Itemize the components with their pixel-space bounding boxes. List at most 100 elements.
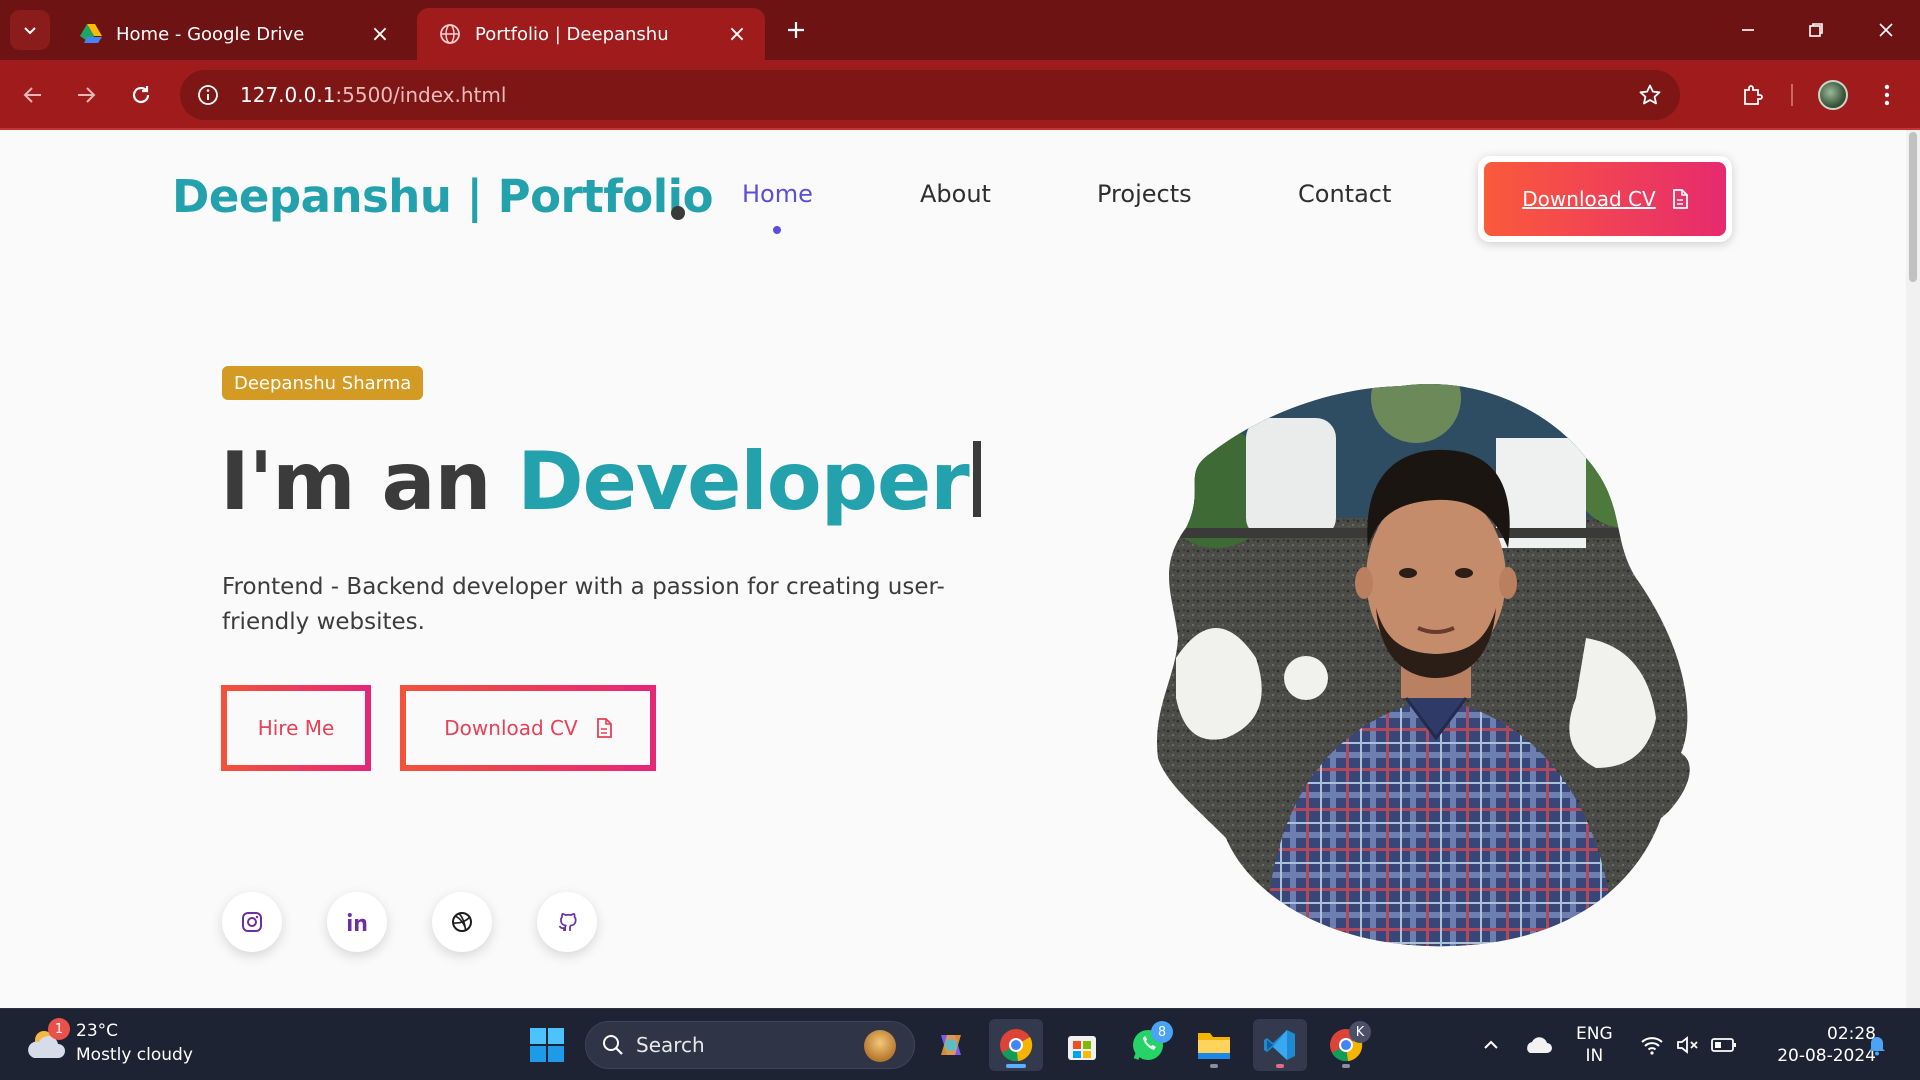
show-hidden-icons-button[interactable]	[1476, 1009, 1506, 1080]
typing-cursor	[972, 441, 981, 517]
browser-tab-bar: Home - Google Drive × Portfolio | Deepan…	[0, 0, 1920, 60]
avatar	[1818, 80, 1848, 110]
tab-google-drive[interactable]: Home - Google Drive ×	[58, 8, 408, 60]
document-icon	[596, 718, 612, 738]
bookmark-star-icon[interactable]	[1636, 81, 1664, 109]
dribbble-icon[interactable]	[432, 892, 492, 952]
site-info-icon[interactable]	[194, 81, 222, 109]
windows-taskbar: 1 23°C Mostly cloudy Search 8 K ENG IN 0…	[0, 1008, 1920, 1080]
google-drive-icon	[80, 23, 102, 45]
new-tab-button[interactable]	[778, 12, 814, 48]
back-button[interactable]	[13, 75, 53, 115]
region-code: IN	[1585, 1046, 1604, 1066]
puzzle-icon	[1744, 85, 1763, 105]
bell-icon	[1869, 1037, 1885, 1056]
tab-portfolio[interactable]: Portfolio | Deepanshu ×	[417, 8, 765, 60]
restore-button[interactable]	[1786, 8, 1846, 52]
github-icon[interactable]	[537, 892, 597, 952]
chevron-down-icon	[24, 27, 36, 35]
volume-muted-icon[interactable]	[1672, 1009, 1704, 1080]
close-icon[interactable]: ×	[725, 22, 749, 47]
document-icon	[1672, 189, 1688, 209]
url-host: 127.0.0.1	[240, 83, 336, 107]
chrome-profile-badge: K	[1349, 1021, 1371, 1043]
start-button[interactable]	[520, 1019, 574, 1071]
tab-search-button[interactable]	[10, 10, 50, 50]
tab-title: Portfolio | Deepanshu	[475, 23, 669, 45]
browser-toolbar: 127.0.0.1:5500/index.html	[0, 60, 1920, 130]
download-cv-label: Download CV	[1522, 187, 1656, 211]
folder-icon	[1198, 1033, 1230, 1059]
input-language-indicator[interactable]: ENG IN	[1576, 1023, 1613, 1067]
chrome-app[interactable]	[989, 1019, 1043, 1071]
instagram-icon[interactable]	[222, 892, 282, 952]
chrome-profile-app[interactable]: K	[1319, 1019, 1373, 1071]
portfolio-page: Deepanshu | Portfolio Home About Project…	[0, 130, 1906, 1008]
active-nav-indicator	[773, 226, 781, 234]
search-icon	[602, 1034, 624, 1056]
extensions-button[interactable]	[1733, 75, 1773, 115]
clock-date: 20-08-2024	[1777, 1046, 1876, 1066]
reload-icon	[132, 86, 150, 104]
download-cv-button[interactable]: Download CV	[400, 685, 656, 771]
microsoft-store-app[interactable]	[1055, 1019, 1109, 1071]
hero-title-prefix: I'm an	[220, 435, 518, 528]
plus-icon	[788, 22, 804, 38]
close-window-button[interactable]	[1856, 8, 1916, 52]
address-bar[interactable]: 127.0.0.1:5500/index.html	[180, 70, 1680, 120]
linkedin-icon[interactable]	[327, 892, 387, 952]
language-code: ENG	[1576, 1024, 1613, 1044]
logo-dot	[671, 206, 685, 220]
close-icon[interactable]: ×	[368, 22, 392, 47]
clock-time: 02:28	[1827, 1024, 1876, 1044]
scrollbar-thumb[interactable]	[1909, 132, 1917, 282]
close-icon	[1879, 23, 1893, 37]
download-cv-nav-button[interactable]: Download CV	[1484, 162, 1726, 236]
site-logo[interactable]: Deepanshu | Portfolio	[172, 170, 714, 223]
download-cv-nav-wrapper: Download CV	[1478, 156, 1732, 242]
nav-link-home[interactable]: Home	[742, 180, 813, 208]
name-badge: Deepanshu Sharma	[222, 366, 424, 400]
onedrive-button[interactable]	[1521, 1009, 1555, 1080]
toolbar-divider	[1791, 84, 1793, 106]
download-cv-label: Download CV	[444, 716, 578, 740]
arrow-right-icon	[78, 87, 96, 103]
profile-button[interactable]	[1813, 75, 1853, 115]
whatsapp-badge: 8	[1151, 1021, 1173, 1043]
chrome-icon	[1000, 1029, 1033, 1062]
nav-link-about[interactable]: About	[920, 180, 991, 208]
nav-link-projects[interactable]: Projects	[1097, 180, 1192, 208]
store-icon	[1068, 1036, 1096, 1060]
page-scrollbar[interactable]	[1906, 130, 1920, 1008]
active-app-indicator	[1006, 1064, 1026, 1068]
vscode-icon	[1264, 1030, 1295, 1060]
file-explorer-app[interactable]	[1187, 1019, 1241, 1071]
globe-icon	[439, 23, 461, 45]
nav-link-contact[interactable]: Contact	[1298, 180, 1391, 208]
vscode-app[interactable]	[1253, 1019, 1307, 1071]
system-clock[interactable]: 02:28 20-08-2024	[1756, 1023, 1876, 1067]
whatsapp-app[interactable]: 8	[1121, 1019, 1175, 1071]
forward-button[interactable]	[66, 75, 106, 115]
minimize-icon	[1742, 29, 1754, 31]
reload-button[interactable]	[121, 75, 161, 115]
hero-description: Frontend - Backend developer with a pass…	[222, 574, 945, 635]
hero-title-role: Developer	[517, 435, 969, 528]
windows-logo-icon	[530, 1028, 564, 1062]
battery-icon[interactable]	[1708, 1009, 1740, 1080]
weather-temperature: 23°C	[76, 1021, 119, 1041]
copilot-app[interactable]	[924, 1019, 978, 1071]
taskbar-search[interactable]: Search	[585, 1021, 915, 1069]
weather-badge: 1	[48, 1018, 70, 1040]
tab-title: Home - Google Drive	[116, 23, 305, 45]
more-vertical-icon	[1884, 84, 1890, 106]
minimize-button[interactable]	[1718, 8, 1778, 52]
weather-widget[interactable]: 1 23°C Mostly cloudy	[24, 1018, 193, 1067]
cloud-icon	[1527, 1037, 1552, 1053]
hire-me-button[interactable]: Hire Me	[221, 685, 371, 771]
chevron-up-icon	[1484, 1040, 1498, 1049]
browser-menu-button[interactable]	[1867, 75, 1907, 115]
wifi-icon[interactable]	[1636, 1009, 1668, 1080]
copilot-icon	[941, 1035, 961, 1055]
notifications-button[interactable]	[1862, 1009, 1892, 1080]
